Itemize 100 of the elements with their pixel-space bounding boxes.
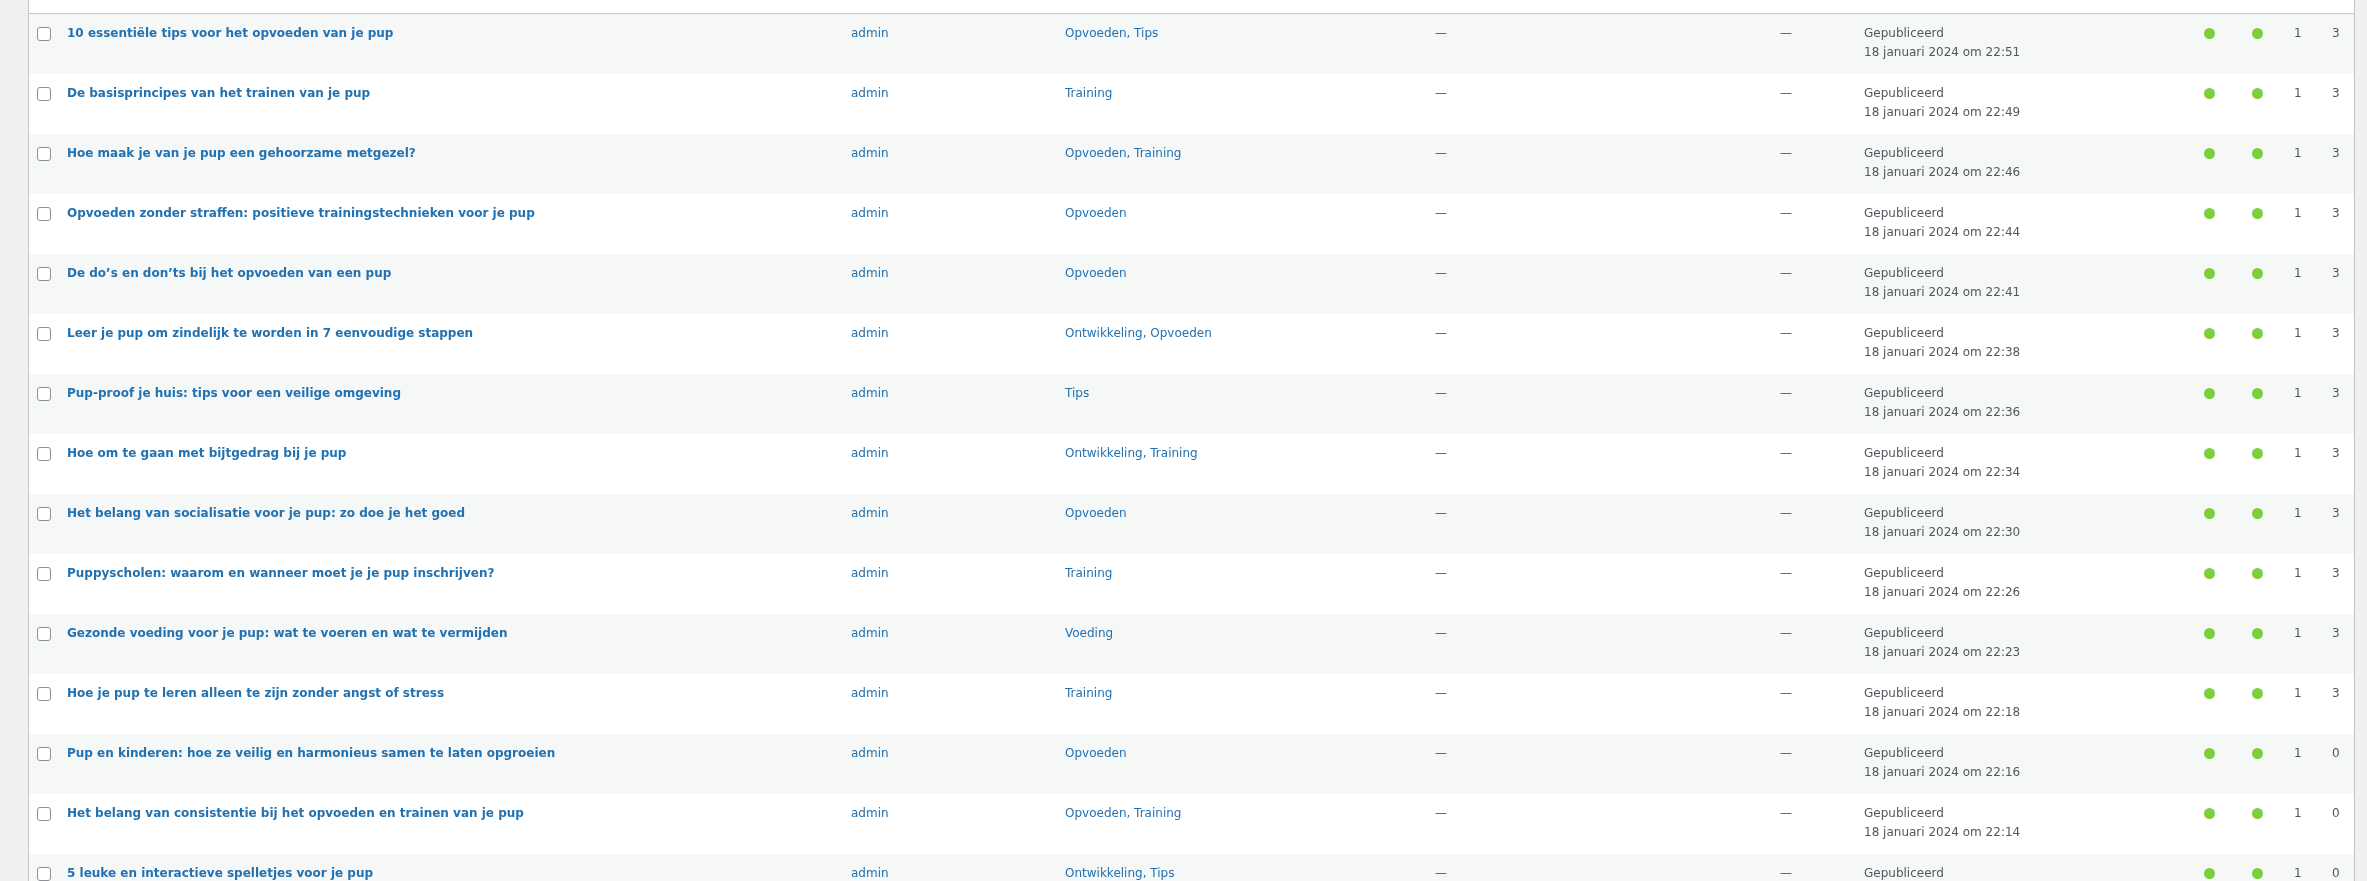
category-links[interactable]: Ontwikkeling, Opvoeden (1065, 326, 1212, 340)
row-checkbox[interactable] (37, 147, 51, 161)
category-links[interactable]: Opvoeden, Tips (1065, 26, 1159, 40)
author-link[interactable]: admin (851, 146, 889, 160)
tags-value: — (1435, 86, 1447, 100)
row-checkbox[interactable] (37, 807, 51, 821)
tags-value: — (1435, 266, 1447, 280)
post-status: Gepubliceerd (1864, 865, 1945, 881)
post-title-link[interactable]: Hoe maak je van je pup een gehoorzame metgezel? (67, 146, 416, 160)
category-links[interactable]: Training (1065, 86, 1113, 100)
row-checkbox[interactable] (37, 747, 51, 761)
link-count: 1 (2294, 446, 2302, 460)
author-link[interactable]: admin (851, 326, 889, 340)
row-checkbox[interactable] (37, 387, 51, 401)
category-links[interactable]: Opvoeden (1065, 506, 1127, 520)
link-count: 1 (2294, 806, 2302, 820)
post-title-link[interactable]: Leer je pup om zindelijk te worden in 7 eenvoudige stappen (67, 326, 474, 340)
link-count: 1 (2294, 506, 2302, 520)
author-link[interactable]: admin (851, 266, 889, 280)
post-title-link[interactable]: Hoe om te gaan met bijtgedrag bij je pup (67, 446, 347, 460)
comments-value: — (1780, 386, 1792, 400)
comments-value: — (1780, 26, 1792, 40)
author-link[interactable]: admin (851, 386, 889, 400)
tags-value: — (1435, 866, 1447, 880)
author-link[interactable]: admin (851, 866, 889, 880)
category-links[interactable]: Opvoeden (1065, 266, 1127, 280)
row-checkbox[interactable] (37, 207, 51, 221)
post-status: Gepubliceerd (1864, 325, 1945, 342)
link-count: 3 (2332, 566, 2340, 580)
category-links[interactable]: Training (1065, 566, 1113, 580)
row-checkbox[interactable] (37, 567, 51, 581)
link-count: 3 (2332, 626, 2340, 640)
category-links[interactable]: Voeding (1065, 626, 1114, 640)
author-link[interactable]: admin (851, 686, 889, 700)
category-links[interactable]: Opvoeden (1065, 746, 1127, 760)
category-links[interactable]: Tips (1065, 386, 1090, 400)
post-date: 18 januari 2024 om 22:38 (1864, 344, 2022, 361)
author-link[interactable]: admin (851, 506, 889, 520)
row-checkbox[interactable] (37, 867, 51, 881)
post-title-link[interactable]: Pup-proof je huis: tips voor een veilige omgeving (67, 386, 401, 400)
comments-value: — (1780, 326, 1792, 340)
link-count: 3 (2332, 686, 2340, 700)
link-count: 1 (2294, 266, 2302, 280)
link-count: 3 (2332, 266, 2340, 280)
row-checkbox[interactable] (37, 327, 51, 341)
post-date: 18 januari 2024 om 22:26 (1864, 584, 2022, 601)
post-title-link[interactable]: Pup en kinderen: hoe ze veilig en harmonieus samen te laten opgroeien (67, 746, 556, 760)
author-link[interactable]: admin (851, 746, 889, 760)
post-status: Gepubliceerd (1864, 445, 1945, 462)
category-links[interactable]: Training (1065, 686, 1113, 700)
row-checkbox[interactable] (37, 507, 51, 521)
row-checkbox[interactable] (37, 627, 51, 641)
author-link[interactable]: admin (851, 446, 889, 460)
row-checkbox[interactable] (37, 87, 51, 101)
author-link[interactable]: admin (851, 626, 889, 640)
post-status: Gepubliceerd (1864, 385, 1945, 402)
link-count: 0 (2332, 866, 2340, 880)
category-links[interactable]: Opvoeden (1065, 206, 1127, 220)
author-link[interactable]: admin (851, 26, 889, 40)
comments-value: — (1780, 806, 1792, 820)
tags-value: — (1435, 206, 1447, 220)
post-date: 18 januari 2024 om 22:36 (1864, 404, 2022, 421)
category-links[interactable]: Ontwikkeling, Training (1065, 446, 1198, 460)
author-link[interactable]: admin (851, 806, 889, 820)
category-links[interactable]: Opvoeden, Training (1065, 806, 1182, 820)
tags-value: — (1435, 746, 1447, 760)
link-count: 1 (2294, 146, 2302, 160)
post-title-link[interactable]: De basisprincipes van het trainen van je pup (67, 86, 371, 100)
post-title-link[interactable]: Gezonde voeding voor je pup: wat te voeren en wat te vermijden (67, 626, 508, 640)
link-count: 1 (2294, 326, 2302, 340)
link-count: 3 (2332, 146, 2340, 160)
author-link[interactable]: admin (851, 206, 889, 220)
post-title-link[interactable]: Het belang van socialisatie voor je pup: zo doe je het goed (67, 506, 465, 520)
post-date: 18 januari 2024 om 22:23 (1864, 644, 2022, 661)
link-count: 1 (2294, 626, 2302, 640)
row-checkbox[interactable] (37, 267, 51, 281)
post-title-link[interactable]: Het belang van consistentie bij het opvoeden en trainen van je pup (67, 806, 524, 820)
comments-value: — (1780, 866, 1792, 880)
row-checkbox[interactable] (37, 687, 51, 701)
post-status: Gepubliceerd (1864, 265, 1945, 282)
category-links[interactable]: Opvoeden, Training (1065, 146, 1182, 160)
author-link[interactable]: admin (851, 566, 889, 580)
category-links[interactable]: Ontwikkeling, Tips (1065, 866, 1175, 880)
row-checkbox[interactable] (37, 447, 51, 461)
link-count: 3 (2332, 86, 2340, 100)
post-status: Gepubliceerd (1864, 805, 1945, 822)
link-count: 3 (2332, 26, 2340, 40)
post-date: 18 januari 2024 om 22:41 (1864, 284, 2022, 301)
comments-value: — (1780, 266, 1792, 280)
tags-value: — (1435, 566, 1447, 580)
link-count: 3 (2332, 206, 2340, 220)
author-link[interactable]: admin (851, 86, 889, 100)
link-count: 1 (2294, 566, 2302, 580)
post-title-link[interactable]: Hoe je pup te leren alleen te zijn zonder angst of stress (67, 686, 445, 700)
post-title-link[interactable]: Opvoeden zonder straffen: positieve trainingstechnieken voor je pup (67, 206, 535, 220)
post-title-link[interactable]: 10 essentiële tips voor het opvoeden van je pup (67, 26, 394, 40)
post-title-link[interactable]: Puppyscholen: waarom en wanneer moet je je pup inschrijven? (67, 566, 495, 580)
comments-value: — (1780, 446, 1792, 460)
row-checkbox[interactable] (37, 27, 51, 41)
post-title-link[interactable]: De do’s en don’ts bij het opvoeden van een pup (67, 266, 392, 280)
